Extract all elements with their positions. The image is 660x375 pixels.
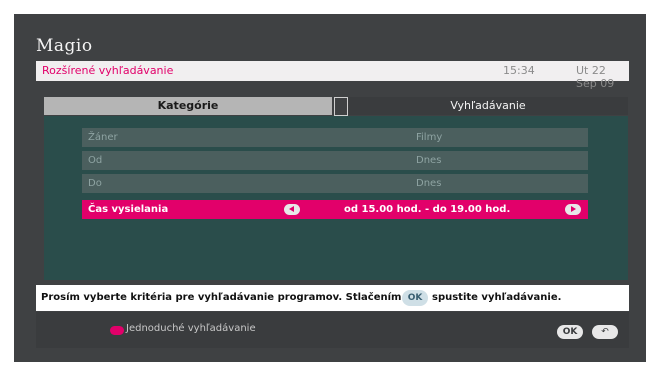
tab-kategorie[interactable]: Kategórie (44, 97, 332, 115)
criteria-label: Do (88, 178, 102, 189)
criteria-row-genre[interactable]: Žáner Filmy (82, 128, 588, 147)
criteria-label: Čas vysielania (88, 204, 169, 215)
arrow-left-icon[interactable] (284, 204, 300, 215)
criteria-label: Od (88, 155, 103, 166)
footer-bar: Jednoduché vyhľadávanie OK ↶ (36, 312, 629, 348)
criteria-row-from[interactable]: Od Dnes (82, 151, 588, 170)
criteria-value: od 15.00 hod. - do 19.00 hod. (344, 204, 511, 215)
tab-bar: Kategórie Vyhľadávanie (44, 97, 628, 116)
tab-divider (334, 97, 348, 116)
criteria-row-to[interactable]: Do Dnes (82, 174, 588, 193)
info-bar: Prosím vyberte kritéria pre vyhľadávanie… (36, 285, 629, 311)
info-text-start: Prosím vyberte kritéria pre vyhľadávanie… (41, 292, 402, 303)
tab-vyhladavanie[interactable]: Vyhľadávanie (348, 97, 628, 115)
logo-text: Magio (36, 36, 93, 56)
criteria-value: Dnes (416, 155, 442, 166)
back-icon[interactable]: ↶ (592, 325, 618, 339)
header-bar: Rozšírené vyhľadávanie 15:34 Ut 22 Sep 0… (36, 61, 629, 90)
arrow-right-icon[interactable] (565, 204, 581, 215)
criteria-label: Žáner (88, 132, 118, 143)
page-title: Rozšírené vyhľadávanie (42, 64, 174, 77)
ok-button[interactable]: OK (557, 325, 583, 339)
red-button-icon (110, 326, 124, 335)
clock-time: 15:34 (503, 64, 535, 77)
info-text-end: spustite vyhľadávanie. (432, 292, 562, 303)
criteria-value: Filmy (416, 132, 443, 143)
criteria-row-airtime[interactable]: Čas vysielania od 15.00 hod. - do 19.00 … (82, 200, 588, 219)
criteria-value: Dnes (416, 178, 442, 189)
current-date: Ut 22 Sep 09 (576, 64, 615, 90)
ok-key-icon: OK (402, 290, 428, 306)
simple-search-label[interactable]: Jednoduché vyhľadávanie (126, 323, 256, 334)
magio-logo: Magio (36, 36, 93, 56)
